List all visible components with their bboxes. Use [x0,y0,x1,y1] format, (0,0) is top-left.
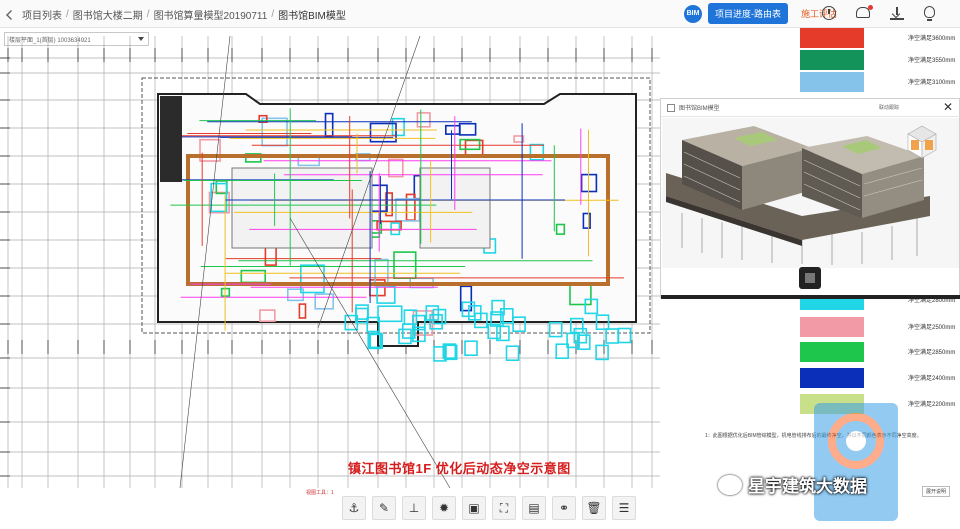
wechat-icon [718,474,742,495]
legend-label: 净空满足2200mm [908,402,956,408]
legend-swatch-1 [800,50,864,70]
legend-item: 净空满足2500mm [800,317,960,337]
expand-notes-button[interactable]: 展开说明 [922,486,951,497]
top-bar: 项目列表 / 图书馆大楼二期 / 图书馆算量模型20190711 / 图书馆BI… [0,0,960,28]
view-toolbar: 视图工具：1 ⚓ ✎ ⊥ ✹ ▣ ⛶ ▤ ⚭ 🗑 ☰ [300,490,638,523]
top-icon-group [822,5,935,21]
bim-3d-render [662,118,959,268]
popup-footer-bar [661,295,960,299]
clock-icon[interactable] [822,6,836,20]
legend-item: 净空满足2400mm [800,368,960,388]
close-icon[interactable]: ✕ [943,100,953,114]
popup-header: 图书馆BIM模型 联动跟踪 ✕ [661,99,960,117]
anchor-icon[interactable]: ⚓ [342,496,366,520]
brand-logo-watermark [814,403,898,521]
legend-item: 净空满足3550mm [800,50,960,70]
legend-item: 净空满足3600mm [800,28,960,48]
legend-label: 净空满足2500mm [908,325,956,331]
breadcrumb-item-model[interactable]: 图书馆算量模型20190711 [154,7,268,22]
stair-core [160,96,182,182]
legend-label: 净空满足3550mm [908,58,956,64]
breadcrumb-separator: / [146,9,150,20]
popup-title: 图书馆BIM模型 [679,106,720,112]
watermark-text: 星宇建筑大数据 [748,477,867,496]
breadcrumb-item-bim[interactable]: 图书馆BIM模型 [278,7,346,22]
legend-label: 净空满足2850mm [908,350,956,356]
watermark: 星宇建筑大数据 [718,472,867,497]
app-logo-icon: BIM [684,4,702,23]
bim-3d-viewport[interactable] [662,118,959,268]
legend-swatch-5 [800,342,864,362]
breadcrumb: 项目列表 / 图书馆大楼二期 / 图书馆算量模型20190711 / 图书馆BI… [6,7,346,22]
tab-bar: BIM 项目进度-路由表 施工评估 [684,3,844,24]
linkage-toggle[interactable]: 联动跟踪 [879,104,899,111]
cube-view-button[interactable] [799,267,821,289]
bulb-icon[interactable] [924,6,935,21]
back-icon[interactable] [6,9,16,20]
fit-view-icon[interactable]: ⛶ [492,496,516,520]
building-outline [157,93,637,347]
legend-swatch-6 [800,368,864,388]
tab-progress[interactable]: 项目进度-路由表 [708,3,788,24]
drawing-caption: 镇江图书馆1F 优化后动态净空示意图 [348,461,571,476]
download-icon[interactable] [890,6,904,20]
capture-icon[interactable]: ▣ [462,496,486,520]
floor-plan-canvas[interactable] [0,28,660,498]
bell-icon[interactable] [856,5,873,18]
legend-swatch-0 [800,28,864,48]
legend-label: 净空满足3100mm [908,80,956,86]
bim-model-popup[interactable]: 图书馆BIM模型 联动跟踪 ✕ [660,98,960,299]
pen-icon[interactable]: ✎ [372,496,396,520]
document-icon[interactable]: ▤ [522,496,546,520]
legend-swatch-2 [800,72,864,92]
settings-icon[interactable]: ✹ [432,496,456,520]
legend-label: 净空满足3600mm [908,36,956,42]
breadcrumb-item-building[interactable]: 图书馆大楼二期 [73,7,143,22]
legend-item: 净空满足3100mm [800,72,960,92]
trash-icon[interactable]: 🗑 [582,496,606,520]
floor-plan-drawing [0,35,660,489]
legend-item: 净空满足2850mm [800,342,960,362]
toolbar-label: 视图工具：1 [306,490,334,496]
measure-icon[interactable]: ⊥ [402,496,426,520]
breadcrumb-separator: / [66,9,69,20]
breadcrumb-separator: / [271,9,275,20]
model-icon [667,104,675,112]
breadcrumb-item-projects[interactable]: 项目列表 [22,7,62,22]
report-icon[interactable]: ☰ [612,496,636,520]
legend-label: 净空满足2400mm [908,376,956,382]
legend-swatch-4 [800,317,864,337]
link-icon[interactable]: ⚭ [552,496,576,520]
